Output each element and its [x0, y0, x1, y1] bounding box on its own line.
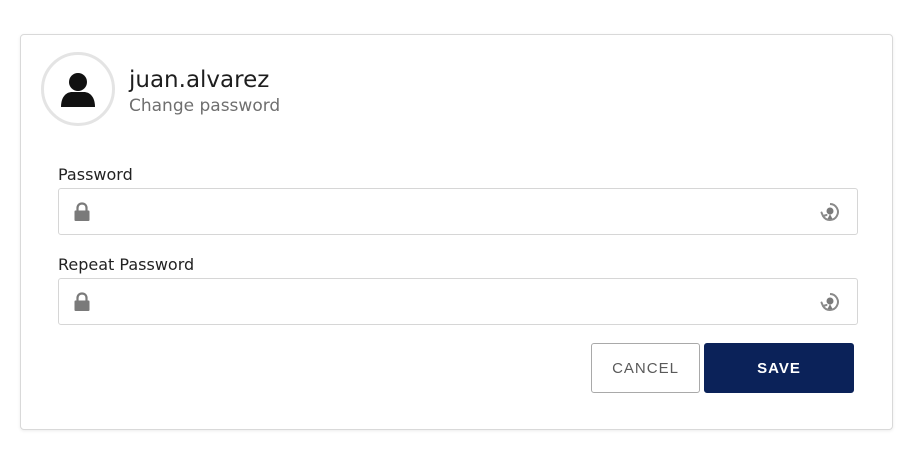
- lock-icon: [73, 292, 91, 312]
- lock-icon: [73, 202, 91, 222]
- save-button[interactable]: SAVE: [704, 343, 854, 393]
- eye-toggle-icon[interactable]: [819, 201, 841, 223]
- cancel-button[interactable]: CANCEL: [591, 343, 700, 393]
- change-password-card: juan.alvarez Change password Password Re…: [20, 34, 893, 430]
- repeat-password-label: Repeat Password: [58, 255, 195, 274]
- password-field-container: [58, 188, 858, 235]
- eye-toggle-icon[interactable]: [819, 291, 841, 313]
- password-label: Password: [58, 165, 133, 184]
- username: juan.alvarez: [129, 67, 270, 93]
- repeat-password-field-container: [58, 278, 858, 325]
- avatar: [41, 52, 115, 126]
- password-input[interactable]: [101, 189, 801, 234]
- user-silhouette-icon: [58, 69, 98, 109]
- page-subtitle: Change password: [129, 96, 281, 116]
- repeat-password-input[interactable]: [101, 279, 801, 324]
